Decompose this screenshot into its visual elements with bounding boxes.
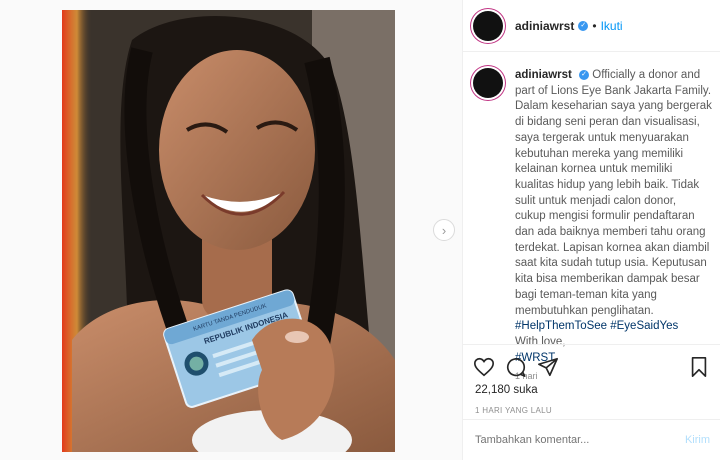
caption-line: Officially a donor and: [592, 69, 701, 81]
caption-line: kita bisa memberikan dampak besar: [515, 273, 700, 286]
share-icon[interactable]: [537, 356, 559, 378]
caption-line: cukup mengisi formulir pendaftaran: [515, 210, 695, 223]
caption-line: dan ada baiknya memberi tahu orang: [515, 226, 706, 239]
caption-line: sulit untuk menjadi calon donor,: [515, 194, 677, 207]
caption-line: bagi teman-teman kita yang: [515, 288, 657, 301]
caption-line: saat kita sudah tutup usia. Keputusan: [515, 257, 707, 270]
caption-line: terdekat. Lapisan kornea akan diambil: [515, 241, 710, 254]
follow-button[interactable]: Ikuti: [601, 19, 623, 33]
action-icons: [463, 345, 720, 389]
caption-line: kebutuhan mereka yang memiliki: [515, 147, 684, 160]
caption-line: kualitas hidup yang lebih baik. Tidak: [515, 178, 700, 191]
post-header: adiniawrst ✓ • Ikuti: [463, 0, 720, 52]
comment-input[interactable]: [473, 433, 685, 447]
caption-username[interactable]: adiniawrst: [515, 69, 572, 81]
caption-line: membutuhkan penglihatan.: [515, 304, 654, 317]
avatar[interactable]: [473, 10, 503, 41]
caption-avatar[interactable]: [473, 68, 503, 98]
post-timestamp: 1 HARI YANG LALU: [475, 406, 552, 415]
chevron-right-icon: ›: [441, 222, 447, 238]
caption-hashtags[interactable]: #HelpThemToSee #EyeSaidYes: [515, 319, 699, 335]
next-photo-button[interactable]: ›: [433, 219, 455, 241]
header-username[interactable]: adiniawrst: [515, 19, 574, 33]
verified-icon: ✓: [579, 69, 590, 80]
photo-illustration: KARTU TANDA PENDUDUK REPUBLIK INDONESIA: [62, 10, 395, 452]
post-side-panel: adiniawrst ✓ • Ikuti adiniawrst ✓ Offici…: [462, 0, 720, 460]
separator-dot: •: [592, 18, 597, 33]
caption-text: adiniawrst ✓ Officially a donor and part…: [515, 68, 712, 381]
comment-icon[interactable]: [505, 356, 527, 378]
caption-line: di bidang seni peran dan visualisasi,: [515, 116, 700, 129]
post-comment-button[interactable]: Kirim: [685, 434, 710, 446]
caption-line: Dalam keseharian saya yang bergerak: [515, 100, 712, 113]
caption-line: part of Lions Eye Bank Jakarta Family.: [515, 84, 712, 97]
caption-line: saya tergerak untuk menyuarakan: [515, 131, 689, 144]
bookmark-icon[interactable]: [688, 356, 710, 378]
photo-area: KARTU TANDA PENDUDUK REPUBLIK INDONESIA …: [0, 0, 462, 460]
caption-line: kelainan kornea untuk memiliki: [515, 163, 673, 176]
like-count[interactable]: 22,180 suka: [463, 384, 720, 396]
verified-icon: ✓: [578, 20, 589, 31]
actions-area: 22,180 suka 1 HARI YANG LALU: [463, 344, 720, 415]
caption-section: adiniawrst ✓ Officially a donor and part…: [463, 52, 720, 381]
comment-box: Kirim: [463, 419, 720, 460]
heart-icon[interactable]: [473, 356, 495, 378]
post-photo[interactable]: KARTU TANDA PENDUDUK REPUBLIK INDONESIA: [62, 10, 395, 452]
